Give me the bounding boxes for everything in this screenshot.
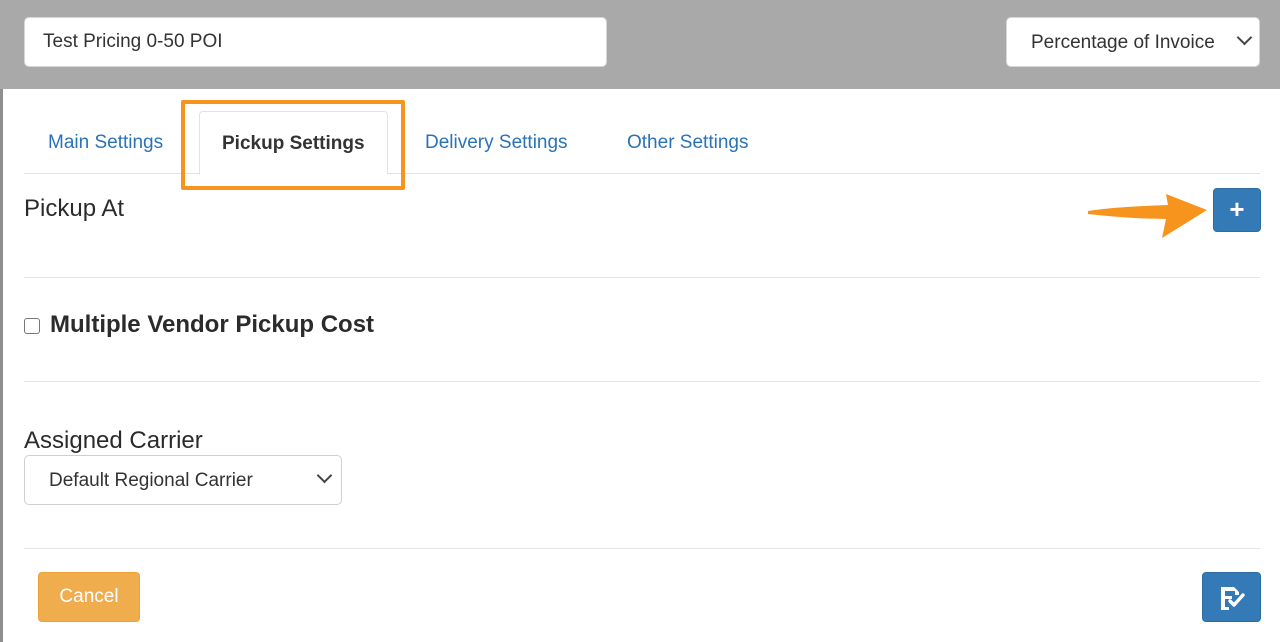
plus-icon: +	[1229, 194, 1245, 224]
tab-delivery-settings[interactable]: Delivery Settings	[425, 106, 568, 174]
settings-tabs: Main Settings Pickup Settings Delivery S…	[24, 106, 1260, 175]
cancel-button[interactable]: Cancel	[38, 572, 140, 622]
assigned-carrier-value: Default Regional Carrier	[49, 470, 253, 491]
assigned-carrier-select[interactable]: Default Regional Carrier	[24, 455, 342, 505]
multiple-vendor-checkbox[interactable]	[24, 318, 40, 334]
multiple-vendor-label[interactable]: Multiple Vendor Pickup Cost	[50, 311, 374, 339]
pricing-type-value: Percentage of Invoice	[1031, 32, 1215, 53]
tab-pickup-settings[interactable]: Pickup Settings	[199, 111, 388, 175]
add-pickup-button[interactable]: +	[1213, 188, 1261, 232]
divider	[24, 277, 1260, 278]
assigned-carrier-title: Assigned Carrier	[24, 427, 203, 454]
arrow-right-icon	[1088, 194, 1207, 238]
pickup-at-title: Pickup At	[24, 195, 125, 222]
left-edge	[0, 0, 3, 642]
save-button[interactable]	[1202, 572, 1261, 622]
header-bar: Percentage of Invoice	[0, 0, 1280, 89]
pricing-type-select[interactable]: Percentage of Invoice	[1006, 17, 1260, 67]
footer-divider	[24, 548, 1260, 549]
chevron-down-icon	[316, 467, 333, 484]
pricing-name-input[interactable]	[24, 17, 607, 67]
tab-main-settings[interactable]: Main Settings	[48, 106, 163, 174]
tab-other-settings[interactable]: Other Settings	[627, 106, 748, 174]
divider	[24, 381, 1260, 382]
chevron-down-icon	[1236, 29, 1253, 46]
save-check-icon	[1221, 587, 1245, 610]
